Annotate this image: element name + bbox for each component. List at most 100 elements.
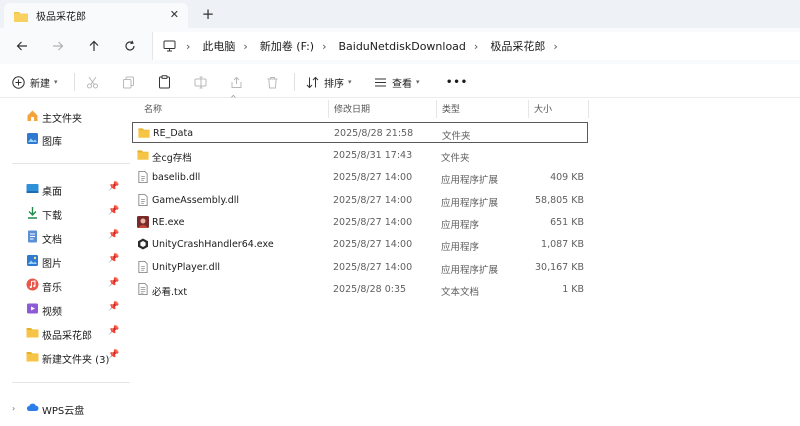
share-icon [231,76,242,88]
file-name: RE_Data [153,128,194,139]
chevron-right-icon[interactable]: › [322,40,326,53]
breadcrumb-current-folder[interactable]: 极品采花郎 [490,38,545,54]
column-header-type[interactable]: 类型 [442,102,460,120]
file-modified: 2025/8/27 14:00 [333,195,413,206]
pin-icon[interactable]: 📌 [108,302,119,312]
back-button[interactable] [12,36,32,56]
new-button[interactable]: 新建 ▾ [12,73,58,91]
tab-title: 极品采花郎 [36,12,86,23]
sidebar-item-home[interactable]: 主文件夹 [0,105,130,127]
chevron-down-icon: ▾ [416,78,420,86]
sidebar-divider [12,163,130,164]
navigation-bar: › 此电脑 › 新加卷 (F:) › BaiduNetdiskDownload … [0,28,800,64]
file-type: 应用程序扩展 [441,265,499,276]
chevron-right-icon[interactable]: › [243,40,247,53]
delete-button[interactable] [266,73,279,91]
share-button[interactable] [230,73,243,91]
pin-icon[interactable]: 📌 [108,278,119,288]
toolbar-divider [74,73,75,91]
pin-icon[interactable]: 📌 [108,350,119,360]
pin-icon[interactable]: 📌 [108,206,119,216]
chevron-down-icon: ▾ [54,78,58,86]
table-row[interactable]: UnityCrashHandler64.exe 2025/8/27 14:00 … [132,234,588,255]
sidebar-item-label: 图片 [42,259,62,270]
column-divider[interactable] [328,100,329,118]
file-name: 必看.txt [152,287,188,298]
pin-icon[interactable]: 📌 [108,254,119,264]
new-tab-icon[interactable]: + [200,5,216,23]
plus-circle-icon [12,75,25,89]
sidebar-item-desktop[interactable]: 桌面 📌 [0,178,130,200]
home-icon [27,110,38,121]
sidebar-item-videos[interactable]: 视频 📌 [0,298,130,320]
folder-icon [26,328,39,338]
pin-icon[interactable]: 📌 [108,182,119,192]
view-button[interactable]: 查看 ▾ [374,73,420,91]
sort-icon [306,76,319,88]
video-icon [27,303,38,314]
navigation-pane: 主文件夹 图库 桌面 📌 下载 📌 文档 📌 图片 📌 音乐 📌 视频 📌 极品… [0,98,130,426]
sidebar-item-label: 下载 [42,211,62,222]
file-modified: 2025/8/28 0:35 [333,284,407,295]
cut-button[interactable] [86,73,99,91]
breadcrumb-drive-f[interactable]: 新加卷 (F:) [260,38,314,54]
column-divider[interactable] [436,100,437,118]
file-name: UnityCrashHandler64.exe [152,239,274,250]
table-row[interactable]: RE.exe 2025/8/27 14:00 应用程序 651 KB [132,212,588,233]
sidebar-item-folder-jipin[interactable]: 极品采花郎 📌 [0,322,130,344]
pin-icon[interactable]: 📌 [108,230,119,240]
sidebar-item-downloads[interactable]: 下载 📌 [0,202,130,224]
sidebar-item-new-folder-3[interactable]: 新建文件夹 (3) 📌 [0,346,130,368]
text-file-icon [138,283,148,295]
chevron-right-icon: › [186,39,191,53]
address-bar[interactable]: › 此电脑 › 新加卷 (F:) › BaiduNetdiskDownload … [152,32,800,60]
sidebar-item-pictures[interactable]: 图片 📌 [0,250,130,272]
table-row[interactable]: UnityPlayer.dll 2025/8/27 14:00 应用程序扩展 3… [132,257,588,278]
table-row[interactable]: RE_Data 2025/8/28 21:58 文件夹 [132,122,588,143]
desktop-icon [26,184,39,193]
rename-button[interactable] [194,73,207,91]
file-name: baselib.dll [152,172,201,183]
table-row[interactable]: baselib.dll 2025/8/27 14:00 应用程序扩展 409 K… [132,167,588,188]
close-tab-icon[interactable]: ✕ [170,8,179,21]
breadcrumb-baidu-download[interactable]: BaiduNetdiskDownload [338,40,465,53]
chevron-right-icon[interactable]: › [474,40,478,53]
refresh-button[interactable] [120,36,140,56]
document-icon [28,230,37,243]
tab-bar: 极品采花郎 ✕ + [0,0,800,28]
table-row[interactable]: GameAssembly.dll 2025/8/27 14:00 应用程序扩展 … [132,190,588,211]
folder-icon [138,128,150,138]
sort-button-label: 排序 [324,78,344,90]
sidebar-item-wps-cloud[interactable]: WPS云盘 [0,397,130,419]
column-divider[interactable] [588,100,589,118]
column-header-name[interactable]: 名称 [144,102,162,120]
file-type: 应用程序扩展 [441,198,499,209]
sidebar-item-label: 视频 [42,307,62,318]
table-row[interactable]: 必看.txt 2025/8/28 0:35 文本文档 1 KB [132,279,588,300]
forward-button[interactable] [48,36,68,56]
file-size: 1 KB [562,284,584,295]
more-options-button[interactable]: ••• [446,73,468,91]
scissors-icon [87,76,98,88]
copy-button[interactable] [122,73,135,91]
monitor-icon [163,40,176,52]
sidebar-item-label: 主文件夹 [42,114,82,125]
file-modified: 2025/8/27 14:00 [333,172,413,183]
up-button[interactable] [84,36,104,56]
pin-icon[interactable]: 📌 [108,326,119,336]
column-header-modified[interactable]: 修改日期 [334,102,370,120]
breadcrumb-this-pc[interactable]: 此电脑 [202,38,235,54]
sidebar-item-documents[interactable]: 文档 📌 [0,226,130,248]
column-header-size[interactable]: 大小 [534,102,552,120]
dll-file-icon [138,194,148,206]
file-type: 应用程序 [441,220,480,231]
table-row[interactable]: 全cg存档 2025/8/31 17:43 文件夹 [132,145,588,166]
column-divider[interactable] [528,100,529,118]
tab-current[interactable]: 极品采花郎 ✕ [4,3,188,28]
file-name: RE.exe [152,217,185,228]
sidebar-item-music[interactable]: 音乐 📌 [0,274,130,296]
sidebar-item-gallery[interactable]: 图库 [0,128,130,150]
chevron-right-icon[interactable]: › [553,40,557,53]
paste-button[interactable] [158,73,171,91]
sort-button[interactable]: 排序 ▾ [306,73,352,91]
